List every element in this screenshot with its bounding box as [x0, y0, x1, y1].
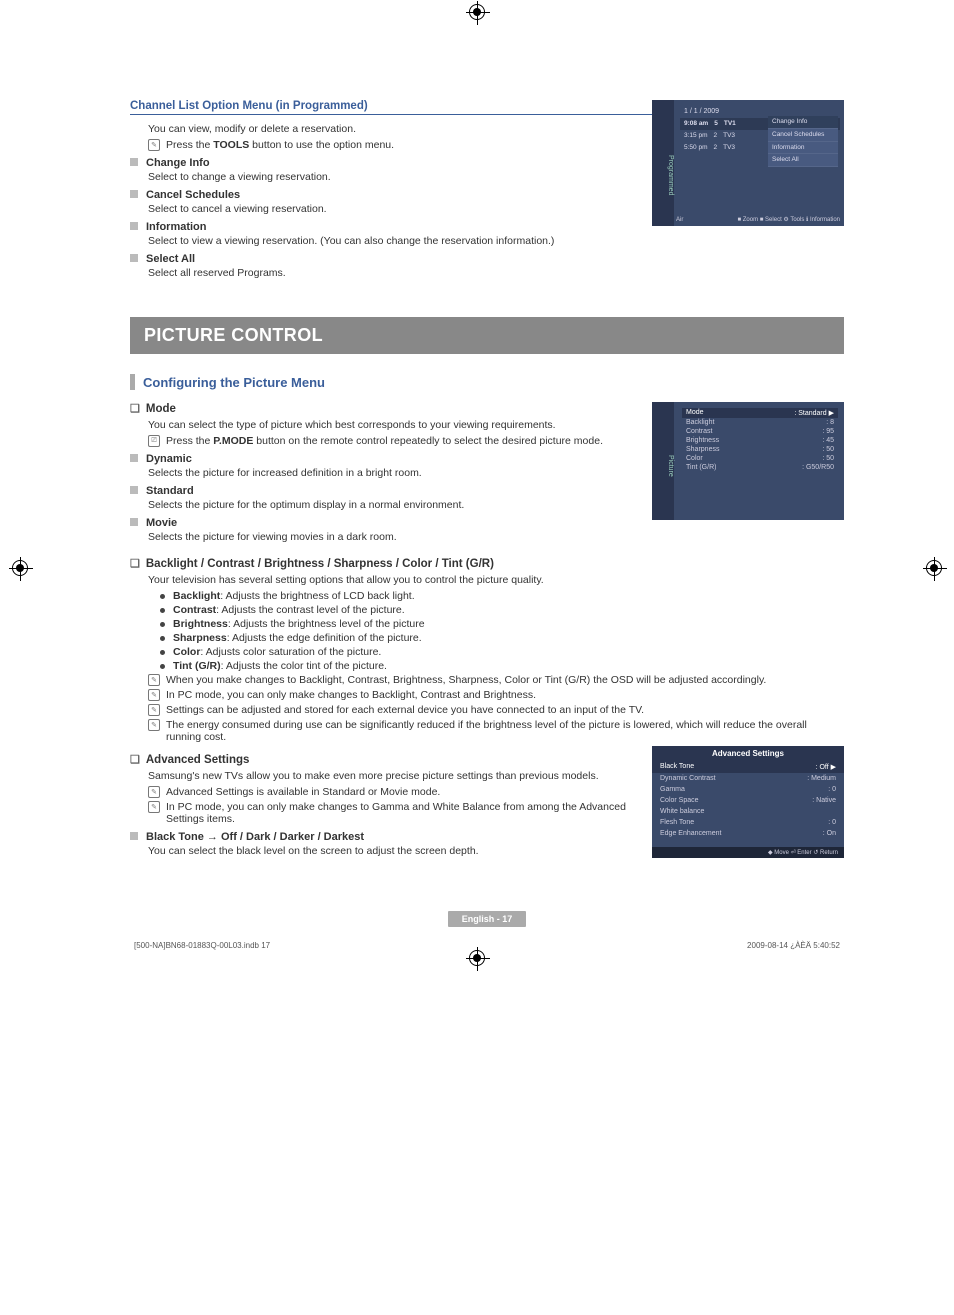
advanced-note: ✎Advanced Settings is available in Stand…	[148, 786, 640, 798]
configuring-picture-heading: Configuring the Picture Menu	[130, 374, 844, 390]
programmed-footer: Air ■ Zoom ■ Select ⚙ Tools ℹ Informatio…	[676, 217, 840, 224]
picture-menu-row: Color: 50	[682, 454, 838, 463]
advanced-row: Edge Enhancement: On	[652, 828, 844, 839]
backlight-heading: Backlight / Contrast / Brightness / Shar…	[130, 557, 844, 570]
bullet-item: Contrast: Adjusts the contrast level of …	[160, 604, 844, 616]
tools-note: ✎ Press the TOOLS button to use the opti…	[148, 139, 640, 151]
note-icon: ✎	[148, 704, 160, 716]
footer-file: [500-NA]BN68-01883Q-00L03.indb 17	[134, 941, 270, 950]
option-select-all: Select All	[130, 253, 844, 265]
programmed-side-label: Programmed	[652, 100, 674, 226]
backlight-bullets: Backlight: Adjusts the brightness of LCD…	[130, 590, 844, 672]
bullet-item: Sharpness: Adjusts the edge definition o…	[160, 632, 844, 644]
advanced-row: White balance	[652, 806, 844, 817]
note-icon: ✎	[148, 689, 160, 701]
advanced-note: ✎In PC mode, you can only make changes t…	[148, 801, 640, 825]
note-icon: ✎	[148, 674, 160, 686]
backlight-note: ✎When you make changes to Backlight, Con…	[148, 674, 844, 686]
advanced-footer: ◆ Move ⏎ Enter ↺ Return	[652, 847, 844, 858]
backlight-intro: Your television has several setting opti…	[148, 574, 844, 586]
bullet-item: Brightness: Adjusts the brightness level…	[160, 618, 844, 630]
note-icon: ✎	[148, 719, 160, 731]
heading-bar-icon	[130, 374, 135, 390]
backlight-note: ✎Settings can be adjusted and stored for…	[148, 704, 844, 716]
picture-menu-screenshot: Picture Mode: Standard ▶ Backlight: 8 Co…	[652, 402, 844, 520]
bullet-item: Color: Adjusts color saturation of the p…	[160, 646, 844, 658]
picture-side-label: Picture	[652, 402, 674, 520]
advanced-row: Gamma: 0	[652, 784, 844, 795]
note-icon: ✎	[148, 786, 160, 798]
picture-menu-row: Sharpness: 50	[682, 445, 838, 454]
backlight-note: ✎In PC mode, you can only make changes t…	[148, 689, 844, 701]
advanced-row: Flesh Tone: 0	[652, 817, 844, 828]
option-body: Select to view a viewing reservation. (Y…	[148, 235, 844, 247]
bullet-item: Backlight: Adjusts the brightness of LCD…	[160, 590, 844, 602]
note-icon: ✎	[148, 801, 160, 813]
advanced-screenshot-title: Advanced Settings	[652, 746, 844, 761]
page-content: Programmed 1 / 1 / 2009 9:08 am 5 TV1 3:…	[0, 0, 954, 980]
picture-menu-row: Tint (G/R): G50/R50	[682, 463, 838, 472]
footer-timestamp: 2009-08-14 ¿ÀÈÄ 5:40:52	[747, 941, 840, 950]
registration-mark-bottom	[469, 950, 485, 966]
advanced-row: Color Space: Native	[652, 795, 844, 806]
bullet-item: Tint (G/R): Adjusts the color tint of th…	[160, 660, 844, 672]
option-body: Select all reserved Programs.	[148, 267, 844, 279]
picture-menu-row: Contrast: 95	[682, 427, 838, 436]
programmed-screenshot: Programmed 1 / 1 / 2009 9:08 am 5 TV1 3:…	[652, 100, 844, 226]
advanced-row: Black Tone: Off ▶	[652, 761, 844, 773]
programmed-popup-menu: Change Info Cancel Schedules Information…	[768, 116, 838, 167]
print-footer: [500-NA]BN68-01883Q-00L03.indb 17 2009-0…	[130, 941, 844, 950]
picture-control-band: PICTURE CONTROL	[130, 317, 844, 354]
picture-menu-row: Mode: Standard ▶	[682, 408, 838, 418]
advanced-settings-screenshot: Advanced Settings Black Tone: Off ▶ Dyna…	[652, 746, 844, 858]
picture-menu-row: Backlight: 8	[682, 418, 838, 427]
backlight-note: ✎The energy consumed during use can be s…	[148, 719, 844, 743]
advanced-row: Dynamic Contrast: Medium	[652, 773, 844, 784]
page-number: English - 17	[130, 911, 844, 927]
remote-icon: ⎚	[148, 435, 160, 447]
mode-body: Selects the picture for viewing movies i…	[148, 531, 844, 543]
note-icon: ✎	[148, 139, 160, 151]
picture-menu-row: Brightness: 45	[682, 436, 838, 445]
pmode-note: ⎚ Press the P.MODE button on the remote …	[148, 435, 640, 447]
